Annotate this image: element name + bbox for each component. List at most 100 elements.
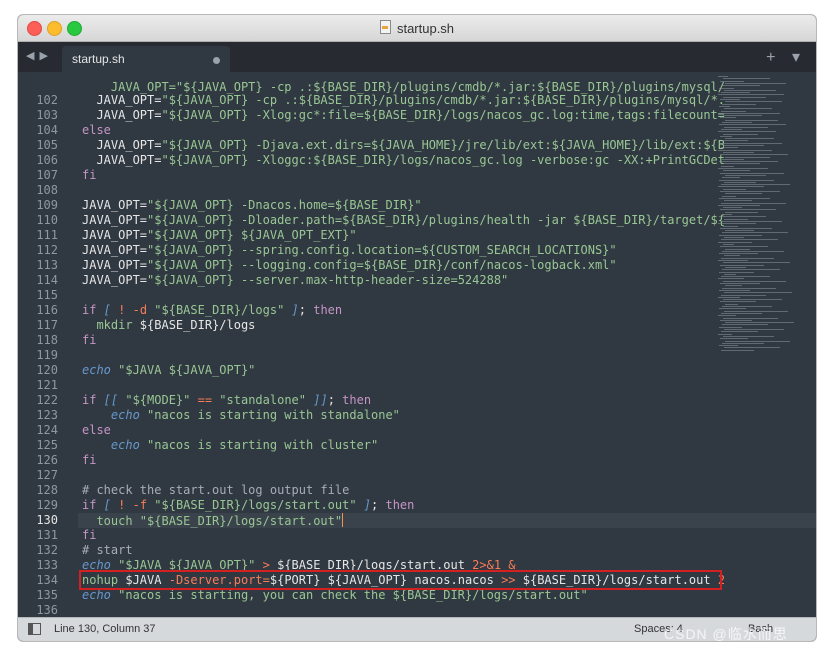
minimap-line: [718, 241, 752, 243]
minimap-line: [720, 172, 784, 174]
minimap-line: [718, 131, 776, 133]
minimap-line: [725, 101, 782, 103]
minimap-line: [722, 269, 780, 271]
minimap-line: [721, 147, 738, 149]
line-number: 128: [36, 483, 58, 497]
minimap-line: [720, 209, 776, 211]
line-number: 111: [36, 228, 58, 242]
minimap-line: [721, 312, 762, 314]
code-token: JAVA_OPT=: [82, 153, 162, 167]
minimap-line: [719, 234, 762, 236]
minimap[interactable]: [718, 72, 810, 372]
minimap-line: [720, 301, 756, 303]
code-token: JAVA_OPT=: [82, 138, 162, 152]
minimap-line: [723, 317, 778, 319]
minimap-line: [718, 186, 764, 188]
code-token: !: [118, 498, 133, 512]
minimap-line: [721, 165, 734, 167]
line-number: 107: [36, 168, 58, 182]
minimap-line: [724, 347, 780, 349]
minimap-line: [718, 94, 784, 96]
minimap-line: [720, 338, 748, 340]
line-number: 112: [36, 243, 58, 257]
line-number: 110: [36, 213, 58, 227]
code-token: -cp: [255, 93, 285, 107]
unsaved-dot-icon[interactable]: [213, 57, 220, 64]
line-number: 135: [36, 588, 58, 602]
watermark: CSDN @临水而思: [664, 626, 788, 642]
code-line: JAVA_OPT="${JAVA_OPT} -Xloggc:${BASE_DIR…: [82, 153, 724, 168]
code-line: JAVA_OPT="${JAVA_OPT} -Djava.ext.dirs=${…: [82, 138, 724, 153]
code-token: echo: [82, 408, 148, 422]
minimap-line: [718, 204, 760, 206]
minimap-line: [720, 80, 744, 82]
tab-nav-arrows-icon[interactable]: ◀▶: [26, 49, 53, 62]
code-line: echo "nacos is starting with standalone": [82, 408, 400, 423]
code-line: else: [82, 423, 111, 438]
cursor-position: Line 130, Column 37: [54, 623, 156, 635]
code-token: JAVA_OPT=: [82, 273, 148, 287]
minimap-line: [724, 292, 792, 294]
code-token: ]: [284, 303, 299, 317]
code-line: else: [82, 123, 111, 138]
code-token: "${JAVA_OPT}: [161, 93, 256, 107]
code-token: "${BASE_DIR}/logs/start.out": [139, 514, 343, 528]
line-number: 103: [36, 108, 58, 122]
code-token: ${BASE_DIR}/logs: [139, 318, 256, 332]
line-number: 126: [36, 453, 58, 467]
minimap-line: [722, 324, 768, 326]
code-line: fi: [82, 453, 96, 468]
tab-startup-sh[interactable]: startup.sh: [62, 46, 230, 72]
code-token: -d: [132, 303, 155, 317]
minimap-line: [724, 310, 788, 312]
code-token: echo: [82, 588, 119, 602]
minimap-line: [723, 299, 782, 301]
minimap-line: [725, 248, 750, 250]
minimap-line: [718, 296, 740, 298]
minimap-line: [723, 170, 750, 172]
code-token: # check the start.out log output file: [82, 483, 350, 497]
sidebar-toggle-icon[interactable]: [28, 623, 41, 635]
minimap-line: [718, 168, 768, 169]
minimap-line: [722, 140, 748, 142]
minimap-line: [721, 184, 790, 186]
code-line: JAVA_OPT="${JAVA_OPT} ${JAVA_OPT_EXT}": [82, 228, 357, 243]
code-token: fi: [82, 333, 97, 347]
minimap-line: [723, 115, 762, 117]
line-number: 131: [36, 528, 58, 542]
minimap-line: [722, 195, 736, 197]
code-token: !: [118, 303, 133, 317]
code-token: "${JAVA_OPT} -Dnacos.home=${BASE_DIR}": [147, 198, 422, 212]
minimap-line: [719, 105, 730, 107]
code-token: "${JAVA_OPT} --logging.config=${BASE_DIR…: [147, 258, 617, 272]
code-editor[interactable]: 102 103 104 105 106 107 108 109 110 111 112 113 114 1…: [18, 72, 816, 625]
code-token: "${JAVA_OPT} -Xloggc:${BASE_DIR}/logs/na…: [161, 153, 724, 167]
minimap-line: [721, 110, 746, 112]
line-number: 118: [36, 333, 58, 347]
code-token: if: [82, 303, 97, 317]
minimap-line: [724, 89, 776, 91]
code-token: mkdir: [82, 318, 140, 332]
code-token: if: [82, 498, 97, 512]
code-token: if: [82, 393, 97, 407]
code-token: ;: [327, 393, 343, 407]
code-line: JAVA_OPT="${JAVA_OPT} -Dnacos.home=${BAS…: [82, 198, 422, 213]
code-token: ;: [298, 303, 314, 317]
tab-tools[interactable]: + ▾: [766, 47, 806, 67]
minimap-line: [719, 124, 786, 126]
code-token: fi: [82, 168, 97, 182]
line-number: 134: [36, 573, 58, 587]
code-token: [: [96, 303, 119, 317]
minimap-line: [722, 250, 784, 252]
minimap-line: [720, 246, 768, 248]
code-line: JAVA_OPT="${JAVA_OPT} --server.max-http-…: [82, 273, 508, 288]
code-token: JAVA_OPT=: [82, 93, 162, 107]
code-token: then: [342, 393, 372, 407]
code-area[interactable]: JAVA_OPT="${JAVA_OPT} -cp .:${BASE_DIR}/…: [82, 72, 724, 610]
minimap-line: [719, 326, 742, 328]
line-number: 136: [36, 603, 58, 617]
code-line: echo "nacos is starting with cluster": [82, 438, 378, 453]
minimap-line: [720, 227, 772, 229]
minimap-line: [723, 243, 734, 245]
line-number: 133: [36, 558, 58, 572]
